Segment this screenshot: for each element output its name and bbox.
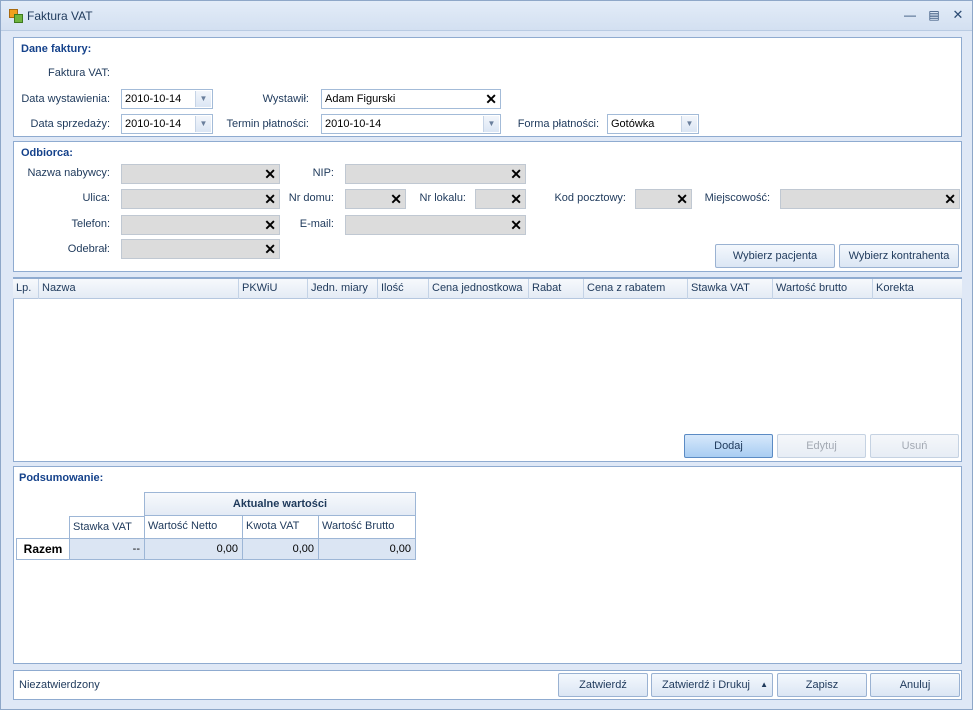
house-no-label: Nr domu: bbox=[288, 192, 334, 204]
issuer-label: Wystawił: bbox=[262, 93, 309, 105]
issue-date-label: Data wystawienia: bbox=[21, 93, 110, 105]
summary-value: 0,00 bbox=[145, 539, 243, 560]
flat-no-field[interactable]: ✕ bbox=[475, 189, 526, 209]
summary-header: Stawka VAT bbox=[69, 516, 145, 539]
column-header[interactable]: Nazwa bbox=[39, 279, 239, 299]
title-bar: Faktura VAT — ▤ ✕ bbox=[1, 1, 972, 31]
column-header[interactable]: Rabat bbox=[529, 279, 584, 299]
nip-field[interactable]: ✕ bbox=[345, 164, 526, 184]
maximize-icon[interactable]: ▤ bbox=[925, 7, 943, 23]
received-by-label: Odebrał: bbox=[67, 243, 110, 255]
status-text: Niezatwierdzony bbox=[19, 679, 100, 691]
clear-icon[interactable]: ✕ bbox=[676, 191, 688, 207]
clear-icon[interactable]: ✕ bbox=[510, 217, 522, 233]
summary-value: 0,00 bbox=[319, 539, 416, 560]
save-button[interactable]: Zapisz bbox=[777, 673, 867, 697]
street-label: Ulica: bbox=[82, 192, 110, 204]
invoice-window: Faktura VAT — ▤ ✕ Dane faktury: Faktura … bbox=[0, 0, 973, 710]
column-header[interactable]: Cena jednostkowa bbox=[429, 279, 529, 299]
add-item-button[interactable]: Dodaj bbox=[684, 434, 773, 458]
window-title: Faktura VAT bbox=[27, 9, 93, 23]
summary-value: -- bbox=[70, 539, 145, 560]
column-header[interactable]: Jedn. miary bbox=[308, 279, 378, 299]
minimize-icon[interactable]: — bbox=[901, 7, 919, 23]
summary-section-title: Podsumowanie: bbox=[19, 472, 104, 484]
received-by-field[interactable]: ✕ bbox=[121, 239, 280, 259]
clear-icon[interactable]: ✕ bbox=[510, 166, 522, 182]
city-field[interactable]: ✕ bbox=[780, 189, 960, 209]
payment-form-select[interactable]: Gotówka ▼ bbox=[607, 114, 699, 134]
clear-icon[interactable]: ✕ bbox=[485, 91, 497, 107]
choose-contractor-button[interactable]: Wybierz kontrahenta bbox=[839, 244, 959, 268]
confirm-print-button[interactable]: Zatwierdź i Drukuj ▲ bbox=[651, 673, 773, 697]
column-header[interactable]: PKWiU bbox=[239, 279, 308, 299]
confirm-button[interactable]: Zatwierdź bbox=[558, 673, 648, 697]
invoice-data-panel: Dane faktury: Faktura VAT: Data wystawie… bbox=[13, 37, 962, 137]
column-header[interactable]: Wartość brutto bbox=[773, 279, 873, 299]
cancel-button[interactable]: Anuluj bbox=[870, 673, 960, 697]
clear-icon[interactable]: ✕ bbox=[944, 191, 956, 207]
column-header[interactable]: Stawka VAT bbox=[688, 279, 773, 299]
column-header[interactable]: Cena z rabatem bbox=[584, 279, 688, 299]
buyer-name-field[interactable]: ✕ bbox=[121, 164, 280, 184]
column-header[interactable]: Lp. bbox=[13, 279, 39, 299]
invoice-type-label: Faktura VAT: bbox=[48, 67, 110, 79]
clear-icon[interactable]: ✕ bbox=[264, 241, 276, 257]
nip-label: NIP: bbox=[312, 167, 334, 179]
column-header[interactable]: Korekta bbox=[873, 279, 962, 299]
postal-code-label: Kod pocztowy: bbox=[554, 192, 626, 204]
phone-label: Telefon: bbox=[71, 218, 110, 230]
clear-icon[interactable]: ✕ bbox=[390, 191, 402, 207]
issuer-field[interactable]: Adam Figurski ✕ bbox=[321, 89, 501, 109]
issue-date-picker[interactable]: 2010-10-14 ▼ bbox=[121, 89, 213, 109]
summary-group-header: Aktualne wartości bbox=[144, 492, 416, 516]
postal-code-field[interactable]: ✕ bbox=[635, 189, 692, 209]
edit-item-button[interactable]: Edytuj bbox=[777, 434, 866, 458]
summary-value: 0,00 bbox=[243, 539, 319, 560]
dropdown-arrow-icon[interactable]: ▼ bbox=[483, 116, 499, 132]
column-header[interactable]: Ilość bbox=[378, 279, 429, 299]
house-no-field[interactable]: ✕ bbox=[345, 189, 406, 209]
city-label: Miejscowość: bbox=[704, 192, 770, 204]
choose-patient-button[interactable]: Wybierz pacjenta bbox=[715, 244, 835, 268]
confirm-print-label: Zatwierdź i Drukuj bbox=[661, 679, 751, 691]
recipient-section-title: Odbiorca: bbox=[21, 147, 73, 159]
summary-header: Kwota VAT bbox=[243, 516, 319, 539]
chevron-up-icon: ▲ bbox=[760, 680, 768, 689]
dropdown-arrow-icon[interactable]: ▼ bbox=[195, 91, 211, 107]
phone-field[interactable]: ✕ bbox=[121, 215, 280, 235]
invoice-section-title: Dane faktury: bbox=[21, 43, 92, 55]
close-icon[interactable]: ✕ bbox=[949, 7, 967, 23]
payment-term-picker[interactable]: 2010-10-14 ▼ bbox=[321, 114, 501, 134]
payment-form-label: Forma płatności: bbox=[517, 118, 599, 130]
email-label: E-mail: bbox=[299, 218, 334, 230]
summary-header: Wartość Brutto bbox=[319, 516, 416, 539]
recipient-panel: Odbiorca: Nazwa nabywcy: ✕ NIP: ✕ Ulica:… bbox=[13, 141, 962, 272]
delete-item-button[interactable]: Usuń bbox=[870, 434, 959, 458]
street-field[interactable]: ✕ bbox=[121, 189, 280, 209]
summary-row-label: Razem bbox=[16, 538, 70, 560]
flat-no-label: Nr lokalu: bbox=[419, 192, 466, 204]
summary-header: Wartość Netto bbox=[145, 516, 243, 539]
email-field[interactable]: ✕ bbox=[345, 215, 526, 235]
items-grid-header: Lp. Nazwa PKWiU Jedn. miary Ilość Cena j… bbox=[13, 278, 962, 299]
app-icon bbox=[9, 9, 23, 23]
sale-date-label: Data sprzedaży: bbox=[30, 118, 110, 130]
payment-term-label: Termin płatności: bbox=[226, 118, 309, 130]
clear-icon[interactable]: ✕ bbox=[510, 191, 522, 207]
dropdown-arrow-icon[interactable]: ▼ bbox=[681, 116, 697, 132]
buyer-name-label: Nazwa nabywcy: bbox=[27, 167, 110, 179]
